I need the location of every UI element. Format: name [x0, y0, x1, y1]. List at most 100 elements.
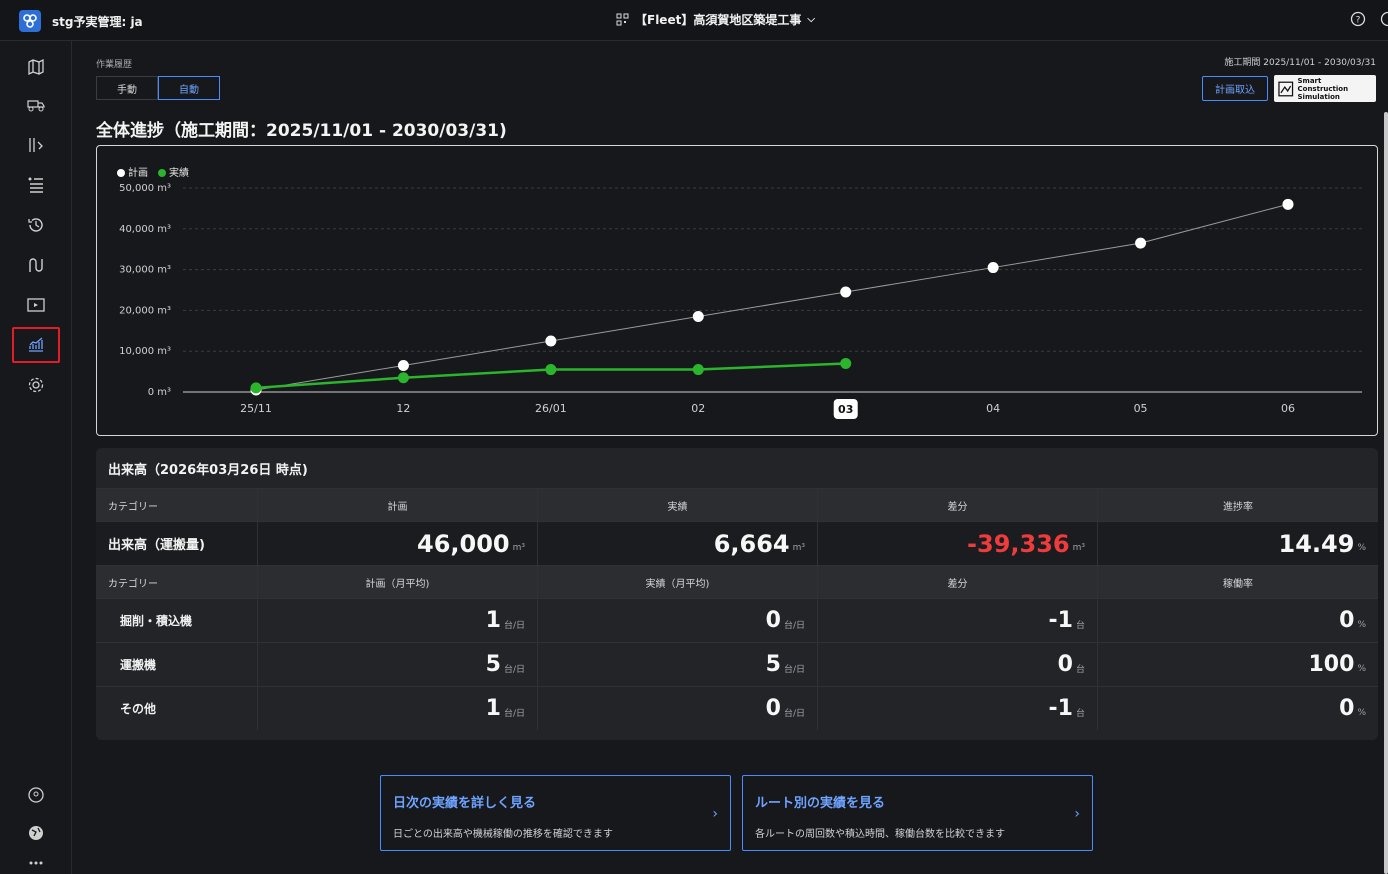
plan-edit-nav-icon[interactable] — [12, 127, 60, 163]
table-row: その他 1 台/日 0 台/日 -1 台 0% — [96, 686, 1378, 730]
construction-period: 施工期間 2025/11/01 - 2030/03/31 — [1224, 58, 1376, 68]
output-summary-card: 出来高（2026年03月26日 時点) カテゴリー 計画 実績 差分 進捗率 出… — [96, 448, 1378, 740]
actual-data-point — [545, 364, 557, 376]
location-pin-icon[interactable] — [12, 777, 60, 813]
y-tick-label: 0 m³ — [148, 387, 171, 398]
y-tick-label: 30,000 m³ — [119, 265, 171, 276]
utilization-value: 0 — [1339, 696, 1355, 721]
unit-per-day: 台/日 — [783, 665, 805, 675]
table-row: 掘削・積込機 1 台/日 0 台/日 -1 台 0% — [96, 598, 1378, 642]
col-header-plan-monthly: 計画（月平均) — [258, 566, 538, 598]
chevron-down-icon: ⌵ — [807, 14, 815, 25]
link-description: 日ごとの出来高や機械稼働の推移を確認できます — [393, 829, 613, 840]
output-summary-title: 出来高（2026年03月26日 時点) — [96, 448, 1378, 488]
x-tick-label: 05 — [1134, 402, 1148, 415]
vertical-scrollbar[interactable] — [1384, 112, 1388, 874]
plan-value: 46,000 — [417, 529, 510, 558]
list-nav-icon[interactable] — [12, 167, 60, 203]
route-nav-icon[interactable] — [12, 247, 60, 283]
plan-data-point — [987, 262, 999, 274]
unit-per-day: 台/日 — [503, 621, 525, 631]
route-results-link-card[interactable]: ルート別の実績を見る 各ルートの周回数や積込時間、稼働台数を比較できます › — [742, 775, 1093, 851]
unit-per-day: 台/日 — [783, 709, 805, 719]
plan-data-point — [1282, 198, 1294, 210]
manual-mode-button[interactable]: 手動 — [96, 76, 158, 100]
actual-data-point — [840, 357, 852, 369]
y-tick-label: 10,000 m³ — [119, 346, 171, 357]
unit-per-day: 台/日 — [503, 709, 525, 719]
dump-truck-nav-icon[interactable] — [12, 87, 60, 123]
auto-mode-button[interactable]: 自動 — [158, 76, 220, 100]
row-label: 掘削・積込機 — [96, 599, 258, 642]
x-tick-label: 26/01 — [535, 402, 567, 415]
row-label: 運搬機 — [96, 643, 258, 686]
plan-data-point — [397, 359, 409, 371]
sc-logo-icon — [1278, 81, 1294, 96]
project-name: 【Fleet】高須賀地区築堤工事 — [635, 13, 802, 27]
plan-data-point — [545, 335, 557, 347]
qr-icon — [616, 13, 629, 26]
progress-rate-value: 14.49 — [1278, 529, 1355, 558]
project-selector[interactable]: 【Fleet】高須賀地区築堤工事 ⌵ — [616, 11, 815, 28]
logo-icon — [19, 9, 41, 32]
diff-value: 0 — [1057, 652, 1073, 677]
plan-data-point — [840, 286, 852, 298]
link-description: 各ルートの周回数や積込時間、稼働台数を比較できます — [755, 829, 1005, 840]
diff-value: -1 — [1048, 696, 1073, 721]
x-tick-label: 04 — [986, 402, 1000, 415]
diff-value: -39,336 — [967, 529, 1070, 558]
unit-m3: m³ — [1072, 542, 1085, 553]
col-header-actual-monthly: 実績（月平均) — [538, 566, 818, 598]
x-tick-label: 03 — [838, 403, 853, 416]
main-content: 作業履歴 手動 自動 施工期間 2025/11/01 - 2030/03/31 … — [72, 41, 1388, 874]
app-title: stg予実管理: ja — [52, 15, 143, 29]
mode-segmented-control: 手動 自動 — [96, 76, 220, 100]
table-row: 運搬機 5 台/日 5 台/日 0台 100% — [96, 642, 1378, 686]
import-plan-button[interactable]: 計画取込 — [1202, 76, 1268, 101]
unit-percent: % — [1357, 663, 1366, 674]
line-chart-svg: 50,000 m³ 40,000 m³ 30,000 m³ 20,000 m³ 10,0… — [119, 183, 1362, 419]
col-header-utilization: 稼働率 — [1223, 578, 1253, 590]
col-header-actual: 実績 — [538, 489, 818, 521]
y-tick-label: 40,000 m³ — [119, 224, 171, 235]
col-header-category: カテゴリー — [96, 489, 258, 521]
link-title: ルート別の実績を見る — [755, 796, 886, 811]
plan-data-point — [1135, 237, 1147, 249]
unit-percent: % — [1357, 707, 1366, 718]
actual-value: 0 — [765, 608, 781, 633]
diff-value: -1 — [1048, 608, 1073, 633]
smart-construction-simulation-button[interactable]: Smart Construction Simulation — [1274, 75, 1376, 102]
history-nav-icon[interactable] — [12, 207, 60, 243]
page-title: 全体進捗（施工期間：2025/11/01 - 2030/03/31) — [96, 121, 507, 141]
col-header-diff: 差分 — [818, 489, 1098, 521]
table-header-row: カテゴリー 計画 実績 差分 進捗率 — [96, 488, 1378, 521]
actual-value: 5 — [765, 652, 781, 677]
map-nav-icon[interactable] — [12, 49, 60, 85]
table-row: 出来高（運搬量) 46,000 m³ 6,664 m³ -39,336 m³ 14.4… — [96, 521, 1378, 565]
row-label: その他 — [96, 687, 258, 730]
account-icon[interactable] — [1380, 11, 1388, 27]
work-history-label: 作業履歴 — [96, 60, 133, 70]
x-tick-label: 06 — [1281, 402, 1295, 415]
sc-logo-line1: Smart Construction — [1297, 76, 1349, 93]
analytics-nav-icon[interactable] — [12, 327, 60, 363]
col-header-plan: 計画 — [258, 489, 538, 521]
unit-count: 台 — [1075, 709, 1085, 719]
plan-value: 1 — [485, 696, 501, 721]
unit-m3: m³ — [512, 542, 525, 553]
y-tick-label: 50,000 m³ — [119, 183, 171, 194]
actual-data-point — [397, 372, 409, 384]
settings-gear-icon[interactable] — [12, 367, 60, 403]
daily-results-link-card[interactable]: 日次の実績を詳しく見る 日ごとの出来高や機械稼働の推移を確認できます › — [380, 775, 731, 851]
more-icon[interactable] — [12, 853, 60, 873]
plan-value: 5 — [485, 652, 501, 677]
x-tick-label: 25/11 — [240, 402, 272, 415]
video-nav-icon[interactable] — [12, 287, 60, 323]
col-header-category: カテゴリー — [96, 566, 258, 598]
row-label: 出来高（運搬量) — [96, 522, 258, 565]
globe-icon[interactable] — [12, 815, 60, 851]
help-icon[interactable]: ? — [1350, 11, 1366, 27]
y-tick-label: 20,000 m³ — [119, 305, 171, 316]
app-logo[interactable] — [8, 0, 52, 41]
actual-data-point — [692, 364, 704, 376]
